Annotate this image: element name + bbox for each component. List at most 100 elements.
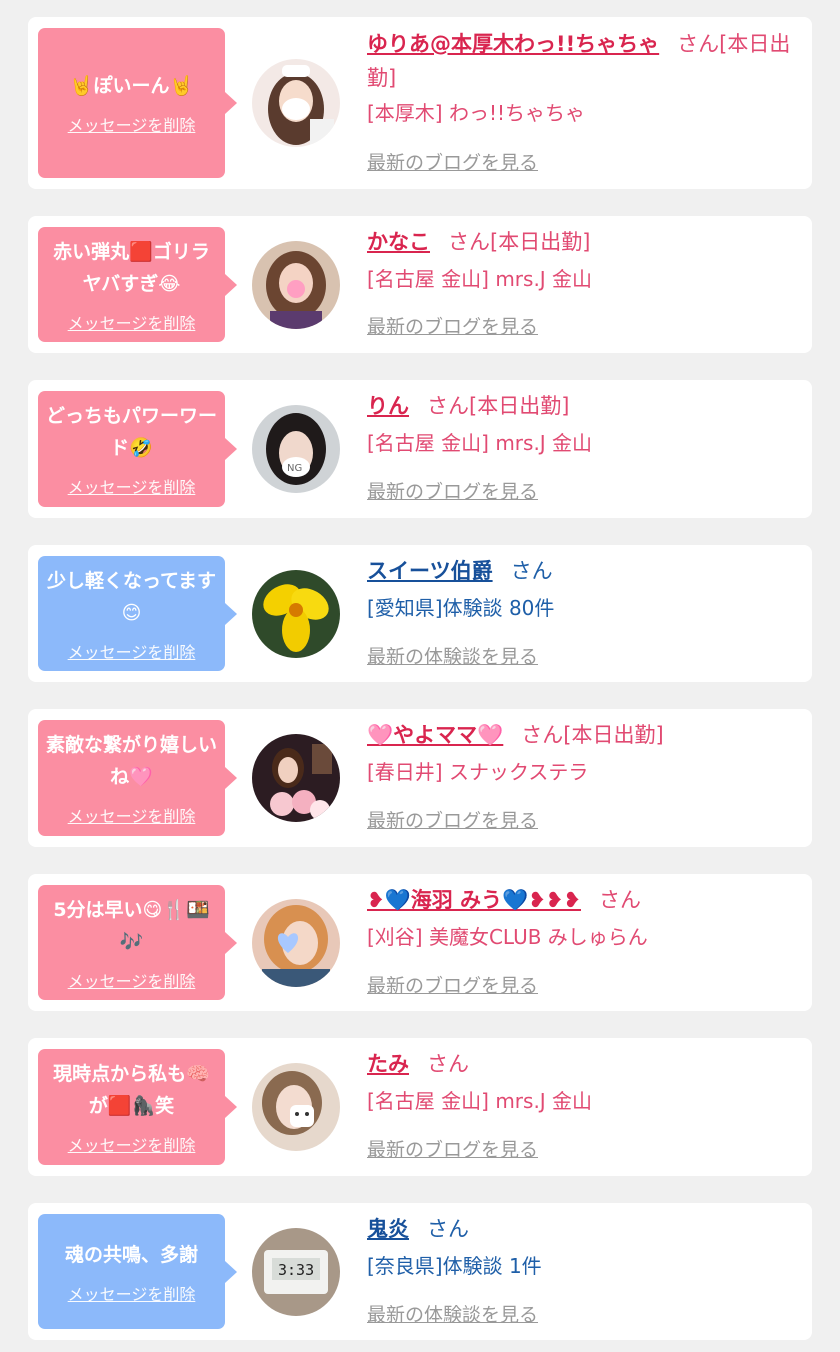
digital-clock-avatar-icon: 3:33 [252,1228,340,1316]
message-text: 魂の共鳴、多謝 [64,1243,198,1266]
user-name-link[interactable]: 鬼炎 [367,1217,409,1241]
user-avatar[interactable] [252,59,340,147]
message-card: 🤘ぽいーん🤘 メッセージを削除 ゆりあ@本厚木わっ!!ちゃちゃ さん[本日出勤] … [28,17,812,189]
message-text: どっちもパワーワード🤣 [46,405,218,459]
name-line: りん さん[本日出勤] [367,389,792,423]
name-line: かなこ さん[本日出勤] [367,225,792,259]
latest-post-link[interactable]: 最新のブログを見る [367,312,538,339]
shop-info: [春日井] スナックステラ [367,760,589,784]
name-line: 🩷やよママ🩷 さん[本日出勤] [367,718,792,752]
work-status: [本日出勤] [490,230,591,254]
woman-white-mask-avatar-icon [252,59,340,147]
user-info: たみ さん [名古屋 金山] mrs.J 金山 [367,1047,792,1117]
latest-post-link[interactable]: 最新のブログを見る [367,148,538,175]
latest-post-link[interactable]: 最新の体験談を見る [367,1300,538,1327]
user-avatar[interactable] [252,570,340,658]
delete-message-link[interactable]: メッセージを削除 [68,1281,196,1305]
name-line: 鬼炎 さん [367,1212,792,1246]
message-text: 🤘ぽいーん🤘 [69,75,194,97]
message-bubble: 少し軽くなってます😊 メッセージを削除 [38,556,237,671]
message-bubble: 赤い弾丸🟥ゴリラヤバすぎ😂 メッセージを削除 [38,227,237,342]
message-card: 素敵な繋がり嬉しいね🩷 メッセージを削除 🩷やよママ🩷 さん[本日出勤] [春日井… [28,709,812,847]
delete-message-link[interactable]: メッセージを削除 [68,474,196,498]
message-bubble: 魂の共鳴、多謝 メッセージを削除 [38,1214,237,1329]
delete-message-link[interactable]: メッセージを削除 [68,1132,196,1156]
name-line: ❥💙海羽 みう💙❥❥❥ さん [367,883,792,917]
delete-message-link[interactable]: メッセージを削除 [68,310,196,334]
delete-message-link[interactable]: メッセージを削除 [68,112,196,136]
message-bubble: どっちもパワーワード🤣 メッセージを削除 [38,391,237,507]
user-avatar[interactable] [252,899,340,987]
shop-info: [愛知県]体験談 80件 [367,596,555,620]
user-info: スイーツ伯爵 さん [愛知県]体験談 80件 [367,554,792,624]
name-line: ゆりあ@本厚木わっ!!ちゃちゃ さん[本日出勤] [367,27,792,95]
message-bubble: 🤘ぽいーん🤘 メッセージを削除 [38,28,237,178]
user-avatar[interactable] [252,734,340,822]
user-info: 鬼炎 さん [奈良県]体験談 1件 [367,1212,792,1282]
message-text: 素敵な繋がり嬉しいね🩷 [46,734,218,788]
user-avatar[interactable] [252,241,340,329]
woman-ng-sticker-avatar-icon: NG [252,405,340,493]
user-name-link[interactable]: ゆりあ@本厚木わっ!!ちゃちゃ [367,32,659,56]
honorific: さん [427,394,469,418]
user-name-link[interactable]: スイーツ伯爵 [367,559,493,583]
user-name-link[interactable]: りん [367,394,409,418]
user-info: ❥💙海羽 みう💙❥❥❥ さん [刈谷] 美魔女CLUB みしゅらん [367,883,792,953]
delete-message-link[interactable]: メッセージを削除 [68,803,196,827]
message-card: 赤い弾丸🟥ゴリラヤバすぎ😂 メッセージを削除 かなこ さん[本日出勤] [名古屋 … [28,216,812,353]
delete-message-link[interactable]: メッセージを削除 [68,968,196,992]
woman-pig-sticker-avatar-icon [252,241,340,329]
message-bubble: 現時点から私も🧠が🟥🦍笑 メッセージを削除 [38,1049,237,1165]
honorific: さん [427,1217,469,1241]
user-avatar[interactable] [252,1063,340,1151]
message-text: 5分は早い😋🍴🍱🎶 [53,898,210,953]
message-text: 現時点から私も🧠が🟥🦍笑 [53,1063,210,1117]
shop-info: [名古屋 金山] mrs.J 金山 [367,431,593,455]
latest-post-link[interactable]: 最新の体験談を見る [367,642,538,669]
latest-post-link[interactable]: 最新のブログを見る [367,806,538,833]
latest-post-link[interactable]: 最新のブログを見る [367,1135,538,1162]
user-name-link[interactable]: 🩷やよママ🩷 [367,723,503,747]
latest-post-link[interactable]: 最新のブログを見る [367,477,538,504]
latest-post-link[interactable]: 最新のブログを見る [367,971,538,998]
user-info: かなこ さん[本日出勤] [名古屋 金山] mrs.J 金山 [367,225,792,295]
honorific: さん [521,723,564,747]
honorific: さん [599,888,641,912]
woman-face-sticker-avatar-icon [252,1063,340,1151]
shop-info: [奈良県]体験談 1件 [367,1254,542,1278]
work-status: [本日出勤] [563,723,664,747]
work-status: [本日出勤] [469,394,570,418]
user-info: ゆりあ@本厚木わっ!!ちゃちゃ さん[本日出勤] [本厚木] わっ!!ちゃちゃ [367,27,792,129]
svg-text:3:33: 3:33 [278,1261,314,1279]
user-avatar[interactable]: 3:33 [252,1228,340,1316]
user-avatar[interactable]: NG [252,405,340,493]
honorific: さん [510,559,553,583]
message-bubble: 素敵な繋がり嬉しいね🩷 メッセージを削除 [38,720,237,836]
user-name-link[interactable]: かなこ [367,230,430,254]
message-text: 少し軽くなってます😊 [46,569,217,624]
name-line: たみ さん [367,1047,792,1081]
shop-info: [刈谷] 美魔女CLUB みしゅらん [367,925,648,949]
user-info: 🩷やよママ🩷 さん[本日出勤] [春日井] スナックステラ [367,718,792,788]
honorific: さん [677,32,720,56]
message-bubble: 5分は早い😋🍴🍱🎶 メッセージを削除 [38,885,237,1000]
message-text: 赤い弾丸🟥ゴリラヤバすぎ😂 [53,240,210,295]
message-card: 少し軽くなってます😊 メッセージを削除 スイーツ伯爵 さん [愛知県]体験談 80… [28,545,812,682]
user-name-link[interactable]: ❥💙海羽 みう💙❥❥❥ [367,888,581,912]
message-card: 魂の共鳴、多謝 メッセージを削除 3:33 鬼炎 さん [奈良県]体験談 1件 最… [28,1203,812,1340]
user-info: りん さん[本日出勤] [名古屋 金山] mrs.J 金山 [367,389,792,459]
shop-info: [名古屋 金山] mrs.J 金山 [367,267,593,291]
honorific: さん [427,1052,469,1076]
yellow-flower-avatar-icon [252,570,340,658]
shop-info: [名古屋 金山] mrs.J 金山 [367,1089,593,1113]
name-line: スイーツ伯爵 さん [367,554,792,588]
shop-info: [本厚木] わっ!!ちゃちゃ [367,101,585,125]
honorific: さん [448,230,490,254]
svg-text:NG: NG [287,463,302,474]
delete-message-link[interactable]: メッセージを削除 [68,639,196,663]
message-card: どっちもパワーワード🤣 メッセージを削除 NG りん さん[本日出勤] [名古屋 … [28,380,812,518]
woman-blue-heart-avatar-icon [252,899,340,987]
user-name-link[interactable]: たみ [367,1052,409,1076]
message-card: 5分は早い😋🍴🍱🎶 メッセージを削除 ❥💙海羽 みう💙❥❥❥ さん [刈谷] 美魔… [28,874,812,1011]
woman-flowers-avatar-icon [252,734,340,822]
